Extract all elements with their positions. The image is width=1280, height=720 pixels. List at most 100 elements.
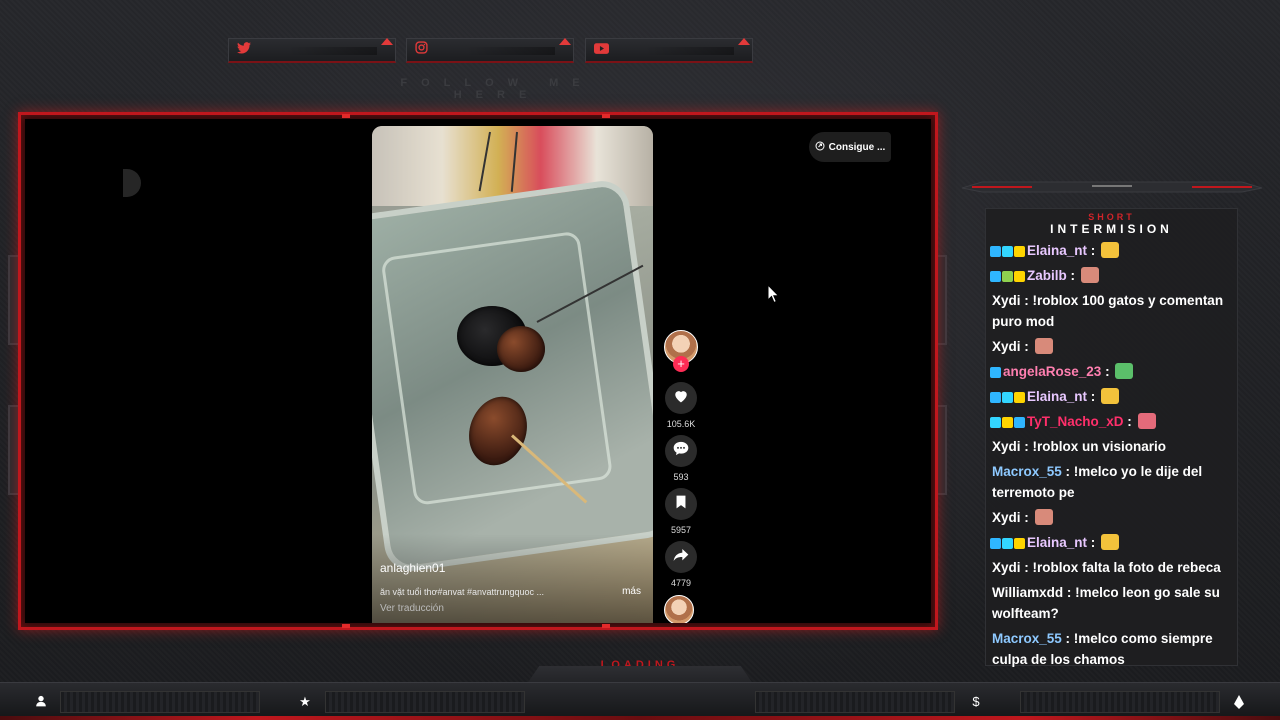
emote-icon <box>1101 534 1120 550</box>
chat-username[interactable]: Elaina_nt <box>1027 243 1087 258</box>
emote-icon <box>1034 338 1053 354</box>
mouse-cursor-icon <box>767 283 781 309</box>
chat-username[interactable]: Xydi <box>992 339 1021 354</box>
emote-icon <box>1101 388 1120 404</box>
chat-username[interactable]: Williamxdd <box>992 585 1063 600</box>
badge-icon <box>1002 246 1013 257</box>
save-button[interactable] <box>665 488 697 520</box>
chat-separator: : <box>1020 293 1033 308</box>
grille <box>755 691 955 713</box>
chat-short-label: SHORT <box>1088 212 1135 222</box>
get-app-button[interactable]: Consigue ... <box>809 132 891 162</box>
grille <box>325 691 525 713</box>
chat-text: !roblox un visionario <box>1032 439 1167 454</box>
follow-plus-icon[interactable]: + <box>673 356 689 372</box>
chat-message: Xydi : <box>989 505 1239 530</box>
chat-username[interactable]: Zabilb <box>1027 268 1067 283</box>
chat-header-decoration <box>962 181 1262 193</box>
chat-separator: : <box>1061 631 1074 646</box>
chat-text: !roblox falta la foto de rebeca <box>1032 560 1221 575</box>
badge-icon <box>990 538 1001 549</box>
badge-icon <box>990 392 1001 403</box>
chat-badges <box>990 417 1025 428</box>
chat-username[interactable]: Macrox_55 <box>992 464 1062 479</box>
chat-username[interactable]: Macrox_55 <box>992 631 1062 646</box>
frame-notch <box>342 114 350 118</box>
twitter-link[interactable] <box>228 38 396 63</box>
bottom-bar: ★ $ <box>0 682 1280 720</box>
chat-separator: : <box>1063 585 1076 600</box>
chat-message: Macrox_55 : !melco yo le dije del terrem… <box>989 459 1239 505</box>
video-caption: ăn vặt tuổi thơ#anvat #anvattrungquoc ..… <box>380 587 545 597</box>
diamond-icon[interactable] <box>1232 695 1246 709</box>
more-button[interactable]: más <box>622 586 641 597</box>
chat-message: Xydi : !roblox falta la foto de rebeca <box>989 555 1239 580</box>
chat-username[interactable]: Elaina_nt <box>1027 535 1087 550</box>
instagram-icon <box>415 41 428 59</box>
music-disc-avatar[interactable] <box>664 595 694 623</box>
badge-icon <box>990 417 1001 428</box>
badge-icon <box>990 271 1001 282</box>
emote-icon <box>1115 363 1134 379</box>
chat-separator: : <box>1101 364 1114 379</box>
chat-message: Elaina_nt : <box>989 384 1239 409</box>
chat-separator: : <box>1087 535 1100 550</box>
heart-icon <box>673 389 689 408</box>
chat-message: TyT_Nacho_xD : <box>989 409 1239 434</box>
chat-username[interactable]: angelaRose_23 <box>1003 364 1101 379</box>
chat-username[interactable]: Elaina_nt <box>1027 389 1087 404</box>
dollar-icon[interactable]: $ <box>969 695 983 709</box>
save-count: 5957 <box>670 525 692 535</box>
instagram-link[interactable] <box>406 38 574 63</box>
chat-username[interactable]: Xydi <box>992 510 1021 525</box>
share-count: 4779 <box>670 578 692 588</box>
chat-separator: : <box>1087 243 1100 258</box>
badge-icon <box>1014 392 1025 403</box>
bookmark-icon <box>675 495 687 514</box>
frame-notch <box>602 114 610 118</box>
video-author[interactable]: anlaghien01 <box>380 561 445 575</box>
chat-separator: : <box>1123 414 1136 429</box>
badge-icon <box>1014 538 1025 549</box>
chat-username[interactable]: Xydi <box>992 439 1021 454</box>
share-icon <box>673 548 689 567</box>
chat-title: INTERMISION <box>1050 222 1173 236</box>
chat-username[interactable]: Xydi <box>992 293 1021 308</box>
youtube-link[interactable] <box>585 38 753 63</box>
like-count: 105.6K <box>666 419 696 429</box>
star-icon[interactable]: ★ <box>298 695 312 709</box>
youtube-icon <box>594 41 609 59</box>
emote-icon <box>1034 509 1053 525</box>
chat-badges <box>990 367 1001 378</box>
link-icon <box>815 141 825 154</box>
user-icon[interactable] <box>34 695 48 709</box>
grille <box>1020 691 1220 713</box>
get-app-label: Consigue ... <box>828 141 886 153</box>
comment-count: 593 <box>673 472 689 482</box>
badge-icon <box>1002 538 1013 549</box>
chat-separator: : <box>1066 268 1079 283</box>
chat-separator: : <box>1020 439 1033 454</box>
chat-separator: : <box>1087 389 1100 404</box>
comment-button[interactable] <box>665 435 697 467</box>
dark-shape <box>123 169 141 197</box>
tiktok-video[interactable]: anlaghien01 ăn vặt tuổi thơ#anvat #anvat… <box>372 126 653 623</box>
chat-badges <box>990 392 1025 403</box>
translate-link[interactable]: Ver traducción <box>380 603 444 614</box>
chat-message: Elaina_nt : <box>989 238 1239 263</box>
chat-message: angelaRose_23 : <box>989 359 1239 384</box>
chat-message: Elaina_nt : <box>989 530 1239 555</box>
chat-messages: Elaina_nt : Zabilb : Xydi : !roblox 100 … <box>989 238 1239 672</box>
chat-username[interactable]: TyT_Nacho_xD <box>1027 414 1124 429</box>
chat-separator: : <box>1061 464 1074 479</box>
badge-icon <box>1014 417 1025 428</box>
frame-notch <box>602 624 610 628</box>
like-button[interactable] <box>665 382 697 414</box>
chat-username[interactable]: Xydi <box>992 560 1021 575</box>
chat-separator: : <box>1020 510 1033 525</box>
metal-tray-image <box>372 177 653 575</box>
chat-message: Macrox_55 : !melco como siempre culpa de… <box>989 626 1239 672</box>
badge-icon <box>1014 271 1025 282</box>
emote-icon <box>1080 267 1099 283</box>
share-button[interactable] <box>665 541 697 573</box>
